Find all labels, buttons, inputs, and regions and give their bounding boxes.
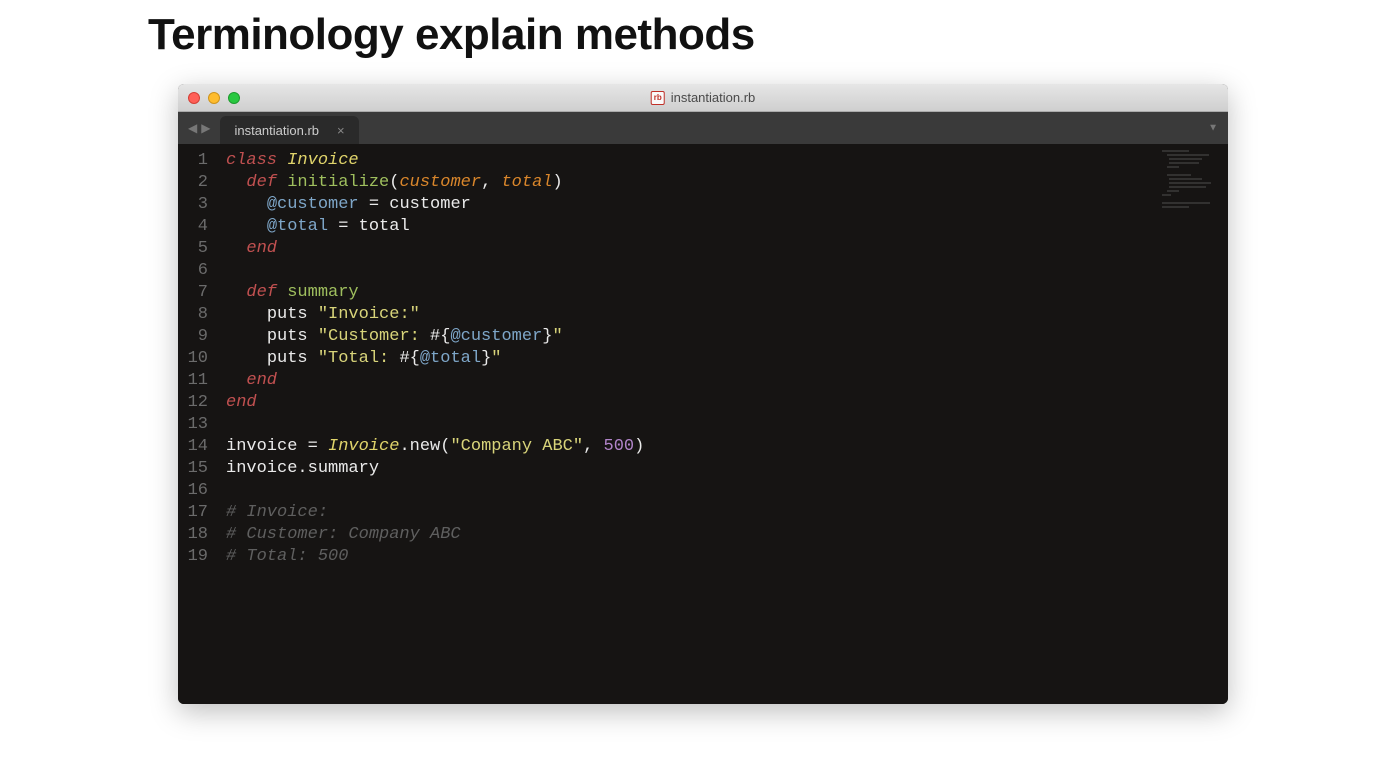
local-var: total: [359, 217, 410, 236]
tab-bar: ◀ ▶ instantiation.rb × ▼: [178, 112, 1228, 144]
keyword-end: end: [226, 393, 257, 412]
equals: =: [328, 217, 359, 236]
line-number: 16: [178, 480, 218, 502]
window-title: rb instantiation.rb: [651, 90, 756, 105]
window-zoom-button[interactable]: [228, 92, 240, 104]
keyword-end: end: [246, 371, 277, 390]
page-title: Terminology explain methods: [148, 10, 1384, 60]
keyword-def: def: [246, 283, 277, 302]
comma: ,: [481, 173, 501, 192]
line-number: 15: [178, 458, 218, 480]
equals: =: [359, 195, 390, 214]
equals: =: [297, 437, 328, 456]
line-number: 12: [178, 392, 218, 414]
minimap[interactable]: [1162, 150, 1222, 230]
local-var: customer: [389, 195, 471, 214]
line-number: 6: [178, 260, 218, 282]
interp-close: }: [542, 327, 552, 346]
line-number: 11: [178, 370, 218, 392]
instance-var: @total: [267, 217, 328, 236]
window-titlebar: rb instantiation.rb: [178, 84, 1228, 112]
line-number: 1: [178, 150, 218, 172]
line-number: 2: [178, 172, 218, 194]
tab-close-icon[interactable]: ×: [337, 123, 345, 138]
comment: # Customer: Company ABC: [226, 525, 461, 544]
class-name: Invoice: [328, 437, 399, 456]
call-puts: puts: [267, 327, 308, 346]
string-literal: "Company ABC": [450, 437, 583, 456]
comment: # Invoice:: [226, 503, 328, 522]
local-var: invoice: [226, 437, 297, 456]
tab-instantiation[interactable]: instantiation.rb ×: [220, 116, 358, 144]
tab-nav-arrows: ◀ ▶: [178, 112, 220, 144]
string-literal: "Customer:: [318, 327, 430, 346]
string-literal: "Total:: [318, 349, 400, 368]
line-number: 13: [178, 414, 218, 436]
ruby-file-icon: rb: [651, 91, 665, 105]
line-number: 4: [178, 216, 218, 238]
tab-dropdown-icon[interactable]: ▼: [1208, 123, 1218, 134]
instance-var: @customer: [450, 327, 542, 346]
window-close-button[interactable]: [188, 92, 200, 104]
method-call: .new(: [399, 437, 450, 456]
class-name: Invoice: [287, 151, 358, 170]
line-number: 3: [178, 194, 218, 216]
window-filename: instantiation.rb: [671, 90, 756, 105]
nav-back-icon[interactable]: ◀: [188, 121, 197, 135]
line-number: 7: [178, 282, 218, 304]
line-number: 14: [178, 436, 218, 458]
line-number: 10: [178, 348, 218, 370]
comma: ,: [583, 437, 603, 456]
line-number: 18: [178, 524, 218, 546]
call-puts: puts: [267, 349, 308, 368]
keyword-end: end: [246, 239, 277, 258]
method-call: invoice.summary: [226, 459, 379, 478]
traffic-lights: [188, 92, 240, 104]
line-number: 8: [178, 304, 218, 326]
param: customer: [399, 173, 481, 192]
param: total: [501, 173, 552, 192]
number-literal: 500: [604, 437, 635, 456]
paren-close: ): [553, 173, 563, 192]
call-puts: puts: [267, 305, 308, 324]
code-area[interactable]: class Invoice def initialize(customer, t…: [218, 144, 1228, 704]
nav-forward-icon[interactable]: ▶: [201, 121, 210, 135]
method-name: initialize: [287, 173, 389, 192]
string-literal: ": [491, 349, 501, 368]
line-number: 17: [178, 502, 218, 524]
interp-open: #{: [430, 327, 450, 346]
comment: # Total: 500: [226, 547, 348, 566]
window-minimize-button[interactable]: [208, 92, 220, 104]
instance-var: @total: [420, 349, 481, 368]
line-number: 5: [178, 238, 218, 260]
editor-body: 1 2 3 4 5 6 7 8 9 10 11 12 13 14 15 16 1…: [178, 144, 1228, 704]
instance-var: @customer: [267, 195, 359, 214]
paren-close: ): [634, 437, 644, 456]
interp-close: }: [481, 349, 491, 368]
tab-label: instantiation.rb: [234, 123, 319, 138]
line-number: 9: [178, 326, 218, 348]
string-literal: ": [552, 327, 562, 346]
keyword-class: class: [226, 151, 277, 170]
interp-open: #{: [399, 349, 419, 368]
keyword-def: def: [246, 173, 277, 192]
line-number: 19: [178, 546, 218, 568]
method-name: summary: [287, 283, 358, 302]
editor-window: rb instantiation.rb ◀ ▶ instantiation.rb…: [178, 84, 1228, 704]
line-number-gutter: 1 2 3 4 5 6 7 8 9 10 11 12 13 14 15 16 1…: [178, 144, 218, 704]
paren-open: (: [389, 173, 399, 192]
string-literal: "Invoice:": [318, 305, 420, 324]
